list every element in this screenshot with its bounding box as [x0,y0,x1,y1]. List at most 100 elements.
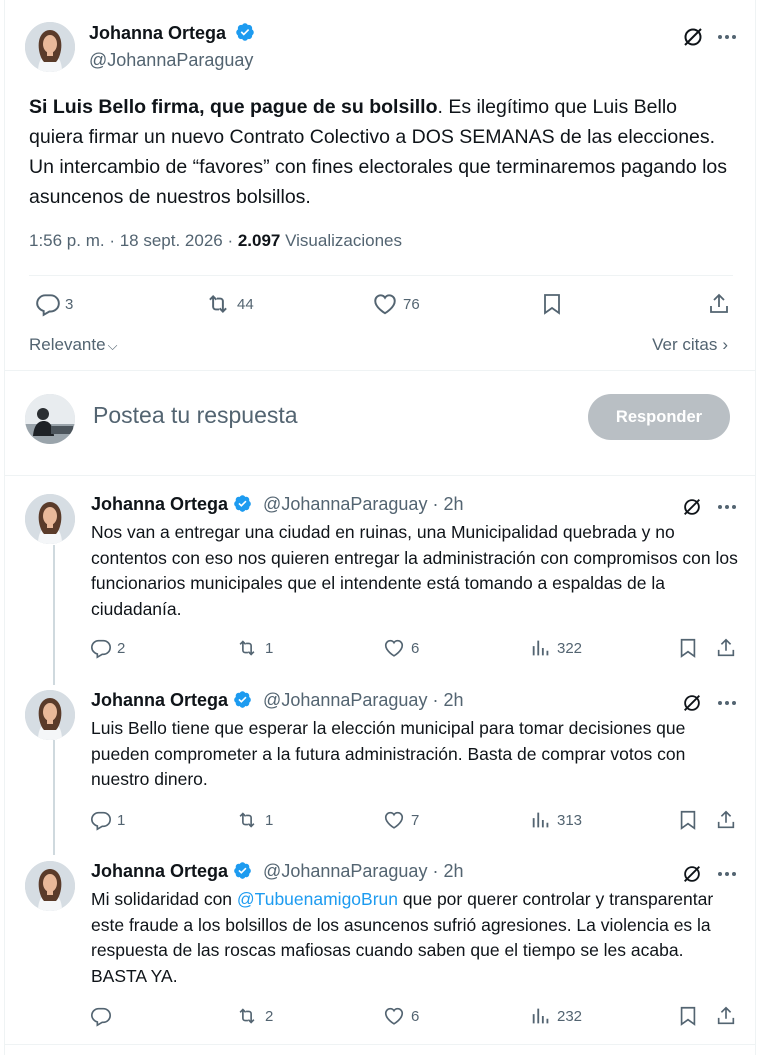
share-icon [717,1006,735,1025]
like-button[interactable]: 7 [382,809,419,831]
repost-button[interactable]: 1 [234,809,273,831]
reply-header: Johanna Ortega @JohannaParaguay · 2h [91,861,463,885]
chevron-right-icon: › [722,335,728,354]
repost-count: 1 [265,639,274,657]
repost-button[interactable]: 2 [234,1005,273,1027]
more-icon[interactable] [716,25,738,54]
share-button[interactable] [707,291,731,317]
reply-timestamp[interactable]: 2h [443,861,463,881]
like-icon [374,294,396,315]
reply-timestamp[interactable]: 2h [443,494,463,514]
verified-badge-icon [233,690,252,714]
separator-dot: · [432,690,444,710]
grok-icon[interactable] [681,25,705,54]
reply-button[interactable] [90,1005,117,1027]
view-quotes-link[interactable]: Ver citas › [652,335,728,355]
tweet-text-bold: Si Luis Bello firma, que pague de su bol… [29,96,438,118]
like-count: 7 [411,811,420,829]
avatar[interactable] [25,494,75,544]
author-handle[interactable]: @JohannaParaguay [263,494,427,514]
reply-button[interactable]: 2 [90,637,125,659]
avatar[interactable] [25,861,75,911]
avatar[interactable] [25,690,75,740]
reply-count: 3 [65,295,74,313]
bookmark-button[interactable] [677,637,699,659]
author-name[interactable]: Johanna Ortega [91,690,228,710]
reply-header: Johanna Ortega @JohannaParaguay · 2h [91,494,463,518]
mention-link[interactable]: @TubuenamigoBrun [237,889,398,909]
views-count: 232 [557,1007,583,1025]
bookmark-icon [680,810,696,830]
author-name[interactable]: Johanna Ortega [91,494,228,514]
bookmark-button[interactable] [677,809,699,831]
author-handle[interactable]: @JohannaParaguay [263,861,427,881]
more-icon[interactable] [716,692,738,719]
author-name[interactable]: Johanna Ortega [89,23,226,43]
reply-timestamp[interactable]: 2h [443,690,463,710]
thread-connector [53,545,55,685]
grok-icon[interactable] [681,496,703,523]
share-button[interactable] [715,809,737,831]
views-count: 2.097 [237,231,281,250]
views-count: 322 [557,639,583,657]
sort-relevant-dropdown[interactable]: Relevante ⌵ [29,335,117,355]
verified-badge-icon [235,22,255,47]
views-button[interactable]: 232 [530,1005,582,1027]
avatar[interactable] [25,22,75,72]
reply-count: 1 [117,811,126,829]
repost-icon [239,1008,255,1024]
author-handle[interactable]: @JohannaParaguay [89,50,253,71]
reply-icon [91,1007,111,1027]
divider [5,370,755,371]
verified-badge-icon [233,861,252,885]
share-icon [710,293,728,313]
reply-text-pre: Mi solidaridad con [91,889,237,909]
like-button[interactable]: 6 [382,637,419,659]
author-name[interactable]: Johanna Ortega [91,861,228,881]
views-icon [532,1008,549,1024]
repost-icon [239,640,255,656]
repost-button[interactable]: 44 [203,291,254,317]
grok-icon[interactable] [681,692,703,719]
reply-input[interactable]: Postea tu respuesta [93,402,298,429]
reply-header: Johanna Ortega @JohannaParaguay · 2h [91,690,463,714]
thread-connector [53,740,55,855]
divider [29,275,733,276]
sort-relevant-label: Relevante [29,335,106,354]
bookmark-button[interactable] [540,291,564,317]
repost-icon [209,295,227,313]
tweet-timestamp[interactable]: 1:56 p. m. · 18 sept. 2026 · [29,231,238,250]
chevron-down-icon: ⌵ [107,338,118,353]
author-handle[interactable]: @JohannaParaguay [263,690,427,710]
author-line: Johanna Ortega [89,22,255,47]
share-icon [717,810,735,829]
divider [5,1044,755,1045]
separator-dot: · [432,494,444,514]
grok-icon[interactable] [681,863,703,890]
views-icon [532,640,549,656]
views-count: 313 [557,811,583,829]
repost-icon [239,812,255,828]
more-icon[interactable] [716,863,738,890]
repost-button[interactable]: 1 [234,637,273,659]
reply-icon [91,811,111,831]
repost-count: 1 [265,811,274,829]
reply-icon [36,294,60,317]
share-button[interactable] [715,1005,737,1027]
my-avatar[interactable] [25,394,75,444]
like-icon [384,811,404,829]
separator-dot: · [432,861,444,881]
like-button[interactable]: 76 [371,291,420,317]
like-button[interactable]: 6 [382,1005,419,1027]
share-button[interactable] [715,637,737,659]
views-button[interactable]: 313 [530,809,582,831]
more-icon[interactable] [716,496,738,523]
views-button[interactable]: 322 [530,637,582,659]
reply-button[interactable]: 1 [90,809,125,831]
bookmark-button[interactable] [677,1005,699,1027]
reply-text: Luis Bello tiene que esperar la elección… [91,718,686,789]
reply-text: Mi solidaridad con @TubuenamigoBrun que … [91,887,741,989]
reply-submit-button[interactable]: Responder [588,394,730,440]
tweet-thread: Johanna Ortega @JohannaParaguay Si Luis … [4,0,756,1055]
reply-button[interactable]: 3 [35,291,73,317]
